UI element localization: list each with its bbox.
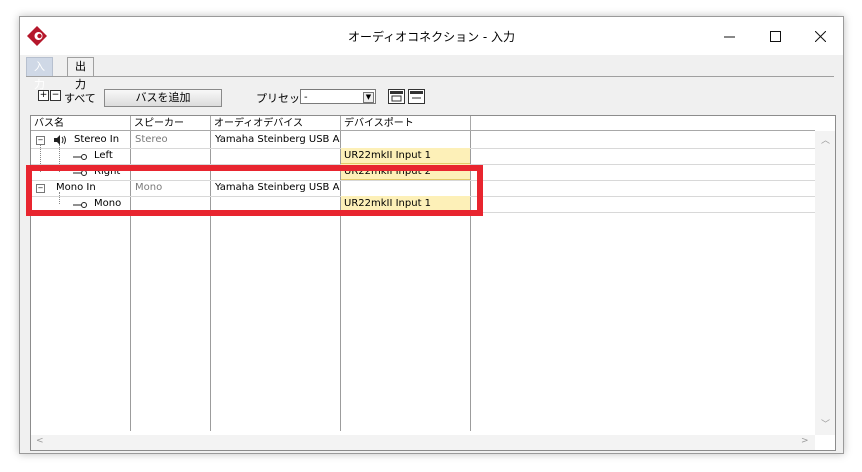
expand-all-icon[interactable]: +: [38, 90, 49, 101]
chevron-down-icon: ▼: [363, 92, 374, 103]
vertical-scrollbar[interactable]: ︿ ﹀: [815, 131, 835, 435]
speaker-icon: [54, 135, 66, 145]
delete-preset-icon[interactable]: [408, 89, 425, 104]
preset-value: -: [304, 92, 308, 103]
header-audio-device[interactable]: オーディオデバイス: [211, 116, 341, 131]
header-speaker[interactable]: スピーカー: [131, 116, 211, 131]
all-label[interactable]: すべて: [64, 90, 96, 106]
collapse-icon[interactable]: −: [36, 136, 45, 145]
title-bar: オーディオコネクション - 入力: [20, 17, 843, 55]
audio-connections-window: オーディオコネクション - 入力 入力 出力 + − すべて バスを追加 プリセ…: [19, 16, 844, 454]
device-port-cell[interactable]: [342, 132, 470, 148]
toolbar: + − すべて バスを追加 プリセット - ▼: [20, 77, 843, 113]
minimize-button[interactable]: [706, 17, 752, 55]
save-preset-icon[interactable]: [388, 89, 405, 104]
device-port-cell[interactable]: UR22mkII Input 1: [341, 148, 470, 164]
connector-icon: [73, 154, 87, 160]
horizontal-scrollbar[interactable]: < >: [31, 435, 815, 450]
maximize-icon: [769, 30, 781, 42]
tab-input[interactable]: 入力: [26, 57, 53, 91]
tab-output[interactable]: 出力: [67, 57, 94, 91]
minimize-icon: [723, 36, 735, 37]
speaker-cell: Stereo: [135, 134, 168, 145]
header-filler: [471, 116, 815, 131]
add-bus-button[interactable]: バスを追加: [104, 89, 222, 107]
header-bus-name[interactable]: バス名: [31, 116, 131, 131]
scroll-left-icon[interactable]: <: [36, 436, 44, 446]
highlight-annotation: [26, 165, 483, 216]
header-device-port[interactable]: デバイスポート: [341, 116, 471, 131]
scroll-up-icon[interactable]: ︿: [821, 133, 830, 146]
close-icon: [814, 30, 826, 42]
bus-name-cell: Stereo In: [74, 134, 120, 145]
bus-name-cell: Left: [94, 150, 113, 161]
close-button[interactable]: [797, 17, 843, 55]
maximize-button[interactable]: [752, 17, 798, 55]
scroll-down-icon[interactable]: ﹀: [821, 417, 830, 430]
preset-select[interactable]: - ▼: [300, 89, 376, 104]
scroll-right-icon[interactable]: >: [801, 436, 809, 446]
audio-device-cell[interactable]: Yamaha Steinberg USB AS: [212, 132, 340, 148]
collapse-all-icon[interactable]: −: [50, 90, 61, 101]
